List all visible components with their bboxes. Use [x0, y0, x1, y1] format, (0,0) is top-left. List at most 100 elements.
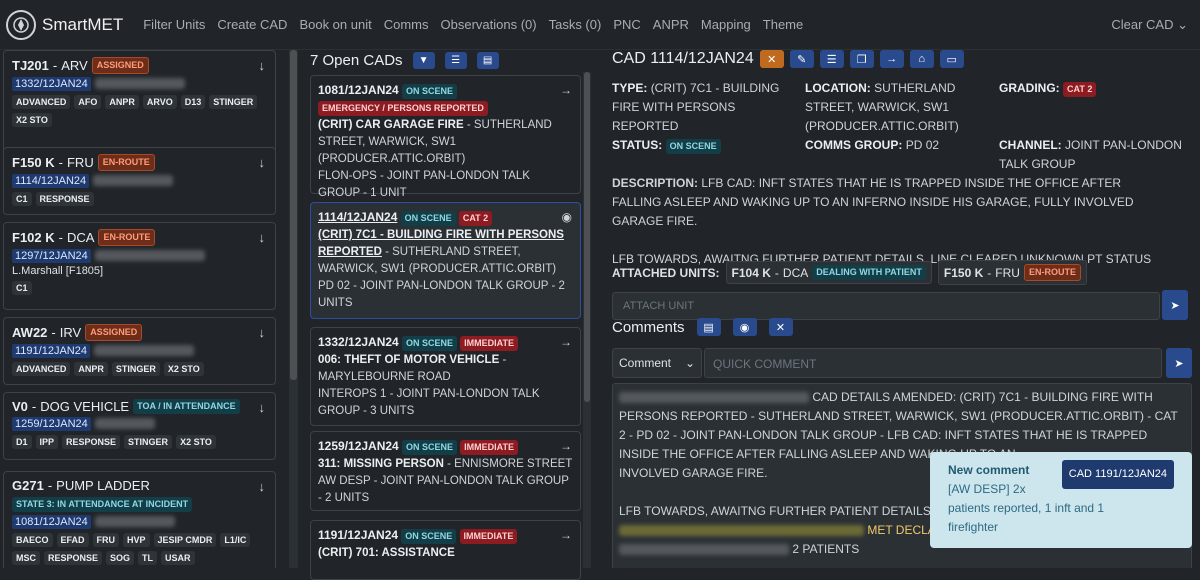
- attached-unit-chip[interactable]: F104 K - DCA DEALING WITH PATIENT: [725, 261, 932, 284]
- cad-id: 1332/12JAN24: [318, 335, 399, 349]
- nav-create-cad[interactable]: Create CAD: [217, 17, 287, 32]
- status-badge: EN-ROUTE: [98, 229, 156, 246]
- unit-cad-ref[interactable]: 1081/12JAN24: [12, 515, 91, 529]
- arrow-right-icon[interactable]: →: [879, 50, 904, 68]
- unit-card[interactable]: V0- DOG VEHICLE TOA / IN ATTENDANCE ↓ 1259…: [3, 392, 276, 460]
- attached-unit-chip[interactable]: F150 K - FRU EN-ROUTE: [937, 260, 1087, 285]
- close-icon[interactable]: ✕: [759, 50, 784, 68]
- nav-theme[interactable]: Theme: [763, 17, 803, 32]
- edit-icon[interactable]: ✎: [789, 50, 814, 68]
- list-icon[interactable]: ☰: [819, 50, 844, 68]
- unit-card[interactable]: G271- PUMP LADDER ↓ STATE 3: IN ATTENDANC…: [3, 471, 276, 568]
- unit-card[interactable]: F150 K - FRU EN-ROUTE ↓ 1114/12JAN24 C1 RESP…: [3, 147, 276, 215]
- arrow-down-icon[interactable]: ↓: [259, 58, 266, 73]
- toast-text: patients reported, 1 inft and 1: [948, 501, 1105, 515]
- unit-cad-ref[interactable]: 1114/12JAN24: [12, 174, 90, 188]
- scrollbar-thumb[interactable]: [290, 50, 297, 380]
- attach-send-button[interactable]: ➤: [1162, 290, 1188, 320]
- status-badge: ON SCENE: [401, 336, 457, 351]
- unit-cad-ref[interactable]: 1332/12JAN24: [12, 77, 91, 91]
- comment-type-select[interactable]: Comment ⌄: [612, 348, 702, 378]
- toast-cad-button[interactable]: CAD 1191/12JAN24: [1061, 460, 1174, 489]
- copy-icon[interactable]: ❐: [849, 50, 874, 68]
- met-logo-icon[interactable]: [6, 9, 36, 40]
- attached-units: ATTACHED UNITS: F104 K - DCA DEALING WITH P…: [612, 260, 1087, 285]
- quick-comment-input[interactable]: QUICK COMMENT: [704, 348, 1162, 378]
- skill-tag: D1: [12, 435, 32, 449]
- nav-mapping[interactable]: Mapping: [701, 17, 751, 32]
- units-scrollbar[interactable]: [289, 50, 298, 568]
- unit-sep: -: [47, 478, 53, 493]
- skill-tag: STINGER: [124, 435, 173, 449]
- nav-comms[interactable]: Comms: [384, 17, 429, 32]
- unit-cad-ref[interactable]: 1297/12JAN24: [12, 249, 91, 263]
- unit-cad-ref[interactable]: 1259/12JAN24: [12, 417, 91, 431]
- cad-id: 1191/12JAN24: [318, 528, 399, 542]
- cad-card[interactable]: 1191/12JAN24 ON SCENE IMMEDIATE → (CRIT)…: [310, 520, 581, 580]
- scrollbar-thumb[interactable]: [584, 72, 590, 402]
- attach-unit-input[interactable]: ATTACH UNIT: [612, 292, 1160, 320]
- nav-book-on-unit[interactable]: Book on unit: [299, 17, 371, 32]
- eye-icon[interactable]: ◉: [562, 209, 572, 226]
- description: DESCRIPTION: LFB CAD: INFT STATES THAT H…: [612, 174, 1172, 269]
- cad-id: 1081/12JAN24: [318, 83, 399, 97]
- brand-title[interactable]: SmartMET: [42, 15, 123, 35]
- unit-card[interactable]: AW22- IRV ASSIGNED ↓ 1191/12JAN24 ADVANCED…: [3, 317, 276, 385]
- log-entry-text: 2 PATIENTS: [792, 542, 860, 556]
- unit-sep: -: [31, 399, 37, 414]
- cad-card[interactable]: 1081/12JAN24 ON SCENE → EMERGENCY / PERS…: [310, 75, 581, 199]
- document-icon[interactable]: ▤: [696, 318, 721, 336]
- unit-cad-ref[interactable]: 1191/12JAN24: [12, 344, 90, 358]
- bell-off-icon[interactable]: ✕: [768, 318, 793, 336]
- skill-tag: MSC: [12, 551, 40, 565]
- table-icon[interactable]: ▤: [476, 51, 499, 69]
- skill-tag: JESIP CMDR: [153, 533, 217, 547]
- unit-card[interactable]: F102 K - DCA EN-ROUTE ↓ 1297/12JAN24 L.Mars…: [3, 222, 276, 310]
- arrow-right-icon[interactable]: →: [560, 527, 572, 544]
- skill-tag: RESPONSE: [62, 435, 121, 449]
- attached-unit-type: DCA: [782, 265, 809, 280]
- nav-filter-units[interactable]: Filter Units: [143, 17, 205, 32]
- comment-send-button[interactable]: ➤: [1166, 348, 1192, 378]
- cad-card[interactable]: 1259/12JAN24 ON SCENE IMMEDIATE → 311: M…: [310, 431, 581, 511]
- eye-icon[interactable]: ◉: [732, 318, 757, 336]
- arrow-down-icon[interactable]: ↓: [259, 155, 266, 170]
- skill-tag: X2 STO: [12, 113, 52, 127]
- home-icon[interactable]: ⌂: [909, 50, 934, 68]
- clear-cad-button[interactable]: Clear CAD ⌄: [1111, 17, 1188, 33]
- arrow-down-icon[interactable]: ↓: [259, 479, 266, 494]
- unit-type: PUMP LADDER: [56, 478, 150, 493]
- folder-icon[interactable]: ▭: [939, 50, 964, 68]
- list-icon[interactable]: ☰: [444, 51, 467, 69]
- nav-tasks[interactable]: Tasks (0): [549, 17, 602, 32]
- cad-card[interactable]: 1332/12JAN24 ON SCENE IMMEDIATE → 006: T…: [310, 327, 581, 426]
- status-badge: ON SCENE: [400, 211, 456, 226]
- skill-tag: ANPR: [74, 362, 108, 376]
- unit-type: DCA: [66, 230, 95, 245]
- cad-card-selected[interactable]: 1114/12JAN24 ON SCENE CAT 2 ◉ (CRIT) 7C1…: [310, 202, 581, 319]
- unit-sep: -: [52, 58, 58, 73]
- skill-tag: BAECO: [12, 533, 53, 547]
- nav-pnc[interactable]: PNC: [613, 17, 640, 32]
- redacted-text: [94, 78, 185, 90]
- status-badge: DEALING WITH PATIENT: [812, 265, 926, 280]
- chevron-down-icon: ⌄: [684, 356, 695, 370]
- priority-badge: EMERGENCY / PERSONS REPORTED: [318, 101, 488, 116]
- arrow-down-icon[interactable]: ↓: [259, 325, 266, 340]
- arrow-down-icon[interactable]: ↓: [259, 400, 266, 415]
- cad-group: FLON-OPS - JOINT PAN-LONDON TALK GROUP -…: [318, 170, 530, 199]
- arrow-right-icon[interactable]: →: [560, 334, 572, 351]
- skill-tag: STINGER: [209, 95, 258, 109]
- clear-cad-label: Clear CAD: [1111, 17, 1174, 32]
- filter-icon[interactable]: ▼: [412, 51, 435, 69]
- cads-scrollbar[interactable]: [583, 72, 591, 568]
- new-comment-toast[interactable]: New comment CAD 1191/12JAN24 [AW DESP] 2…: [930, 452, 1192, 548]
- arrow-right-icon[interactable]: →: [560, 82, 572, 99]
- nav-anpr[interactable]: ANPR: [653, 17, 689, 32]
- arrow-right-icon[interactable]: →: [560, 438, 572, 455]
- units-panel: TJ201- ARV ASSIGNED ↓ 1332/12JAN24 ADVANCE…: [0, 50, 290, 568]
- arrow-down-icon[interactable]: ↓: [259, 230, 266, 245]
- nav-observations[interactable]: Observations (0): [441, 17, 537, 32]
- unit-callsign: F102 K: [12, 230, 55, 245]
- skill-tag: ANPR: [105, 95, 139, 109]
